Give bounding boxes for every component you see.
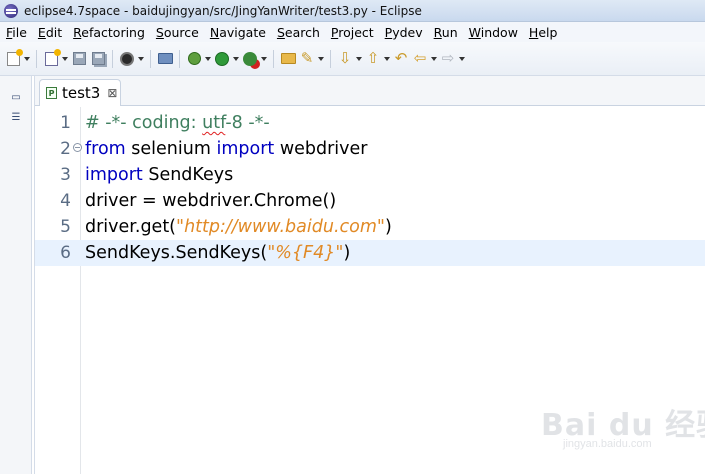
code-token: import [216,139,275,159]
code-text: driver = webdriver.Chrome() [85,191,336,211]
toolbar-separator [179,49,180,68]
code-token: driver.get( [85,217,177,237]
package-explorer-icon[interactable]: ☰ [9,110,23,124]
toolbar-separator [36,49,37,68]
code-token: ) [384,217,392,237]
external-tools-dropdown[interactable] [260,50,268,68]
code-token: # -*- coding: [85,113,203,133]
code-token: selenium [125,139,217,159]
toolbar-separator [150,49,151,68]
debug-icon[interactable] [185,50,203,68]
code-token: driver = webdriver.Chrome() [85,191,337,211]
code-token: "http://www.baidu.com" [176,217,385,237]
menu-edit[interactable]: Edit [34,25,66,40]
code-token: utf [202,113,226,133]
new-wizard-dropdown[interactable] [61,50,69,68]
code-line[interactable]: 5 driver.get("http://www.baidu.com") [35,214,705,240]
console-dropdown[interactable] [137,50,145,68]
left-trim-panel: ▭ ☰ [0,76,32,474]
menu-help[interactable]: Help [525,25,562,40]
code-token: webdriver [274,139,368,159]
run-dropdown[interactable] [232,50,240,68]
open-folder-icon[interactable] [279,50,297,68]
open-type-icon[interactable] [156,50,174,68]
code-text: driver.get("http://www.baidu.com") [85,217,392,237]
line-number: 4 [60,191,71,211]
next-annotation-icon[interactable]: ⇩ [336,50,354,68]
line-number: 6 [60,243,71,263]
code-text: # -*- coding: utf-8 -*- [85,113,270,133]
menu-bar: File Edit Refactoring Source Navigate Se… [0,22,705,42]
new-dropdown[interactable] [23,50,31,68]
menu-window[interactable]: Window [465,25,522,40]
baidu-watermark: Bai du 经验 jingyan.baidu.com [535,396,705,456]
code-token: "%{F4}" [267,243,344,263]
code-token: from [85,139,126,159]
code-token: import [85,165,143,185]
line-number: 2 [60,139,71,159]
toolbar-separator [112,49,113,68]
new-wizard-icon[interactable] [42,48,61,68]
tab-test3[interactable]: P test3 ⊠ [39,79,121,106]
save-icon[interactable] [70,50,88,68]
save-all-icon[interactable] [89,50,107,68]
menu-run[interactable]: Run [430,25,462,40]
eclipse-logo-icon [4,3,18,18]
editor-tab-bar: P test3 ⊠ [35,76,705,106]
code-text: SendKeys.SendKeys("%{F4}") [85,243,350,263]
watermark-sub: jingyan.baidu.com [563,438,652,450]
code-line[interactable]: 6 SendKeys.SendKeys("%{F4}") [35,240,705,266]
forward-icon[interactable]: ⇨ [439,50,457,68]
menu-navigate[interactable]: Navigate [206,25,270,40]
window-title: eclipse4.7space - baidujingyan/src/JingY… [24,3,422,18]
run-icon[interactable] [213,50,231,68]
previous-annotation-dropdown[interactable] [383,50,391,68]
toolbar-separator [330,49,331,68]
restore-icon[interactable]: ▭ [9,90,23,104]
code-text: import SendKeys [85,165,233,185]
menu-project[interactable]: Project [327,25,378,40]
code-token: SendKeys [142,165,234,185]
toolbar-separator [273,49,274,68]
menu-search[interactable]: Search [273,25,324,40]
back-icon[interactable]: ⇦ [411,50,429,68]
next-annotation-dropdown[interactable] [355,50,363,68]
code-line[interactable]: 1 # -*- coding: utf-8 -*- [35,110,705,136]
code-text: from selenium import webdriver [85,139,367,159]
python-file-icon: P [46,87,57,99]
line-number: 5 [60,217,71,237]
line-number: 1 [60,113,71,133]
title-bar: eclipse4.7space - baidujingyan/src/JingY… [0,0,705,22]
code-token: SendKeys.SendKeys( [85,243,268,263]
quick-access-dropdown[interactable] [317,50,325,68]
close-icon[interactable]: ⊠ [107,86,117,100]
menu-pydev[interactable]: Pydev [381,25,427,40]
code-line[interactable]: 4 driver = webdriver.Chrome() [35,188,705,214]
back-dropdown[interactable] [430,50,438,68]
last-edit-icon[interactable]: ↶ [392,50,410,68]
quick-access-icon[interactable]: ✎ [298,50,316,68]
new-icon[interactable] [4,48,23,68]
forward-dropdown[interactable] [458,50,466,68]
main-toolbar: ✎ ⇩ ⇧ ↶ ⇦ ⇨ [0,42,705,76]
fold-toggle-icon[interactable] [73,143,82,152]
tab-label: test3 [62,84,101,102]
external-tools-icon[interactable] [241,50,259,68]
menu-source[interactable]: Source [152,25,203,40]
code-token: -8 -*- [225,113,270,133]
code-editor: P test3 ⊠ 1 # -*- coding: utf-8 -*- 2 from … [34,76,705,474]
previous-annotation-icon[interactable]: ⇧ [364,50,382,68]
code-line[interactable]: 2 from selenium import webdriver [35,136,705,162]
line-number: 3 [60,165,71,185]
console-icon[interactable] [118,50,136,68]
code-line[interactable]: 3 import SendKeys [35,162,705,188]
menu-refactoring[interactable]: Refactoring [69,25,149,40]
menu-file[interactable]: File [2,25,31,40]
code-token: ) [343,243,351,263]
debug-dropdown[interactable] [204,50,212,68]
